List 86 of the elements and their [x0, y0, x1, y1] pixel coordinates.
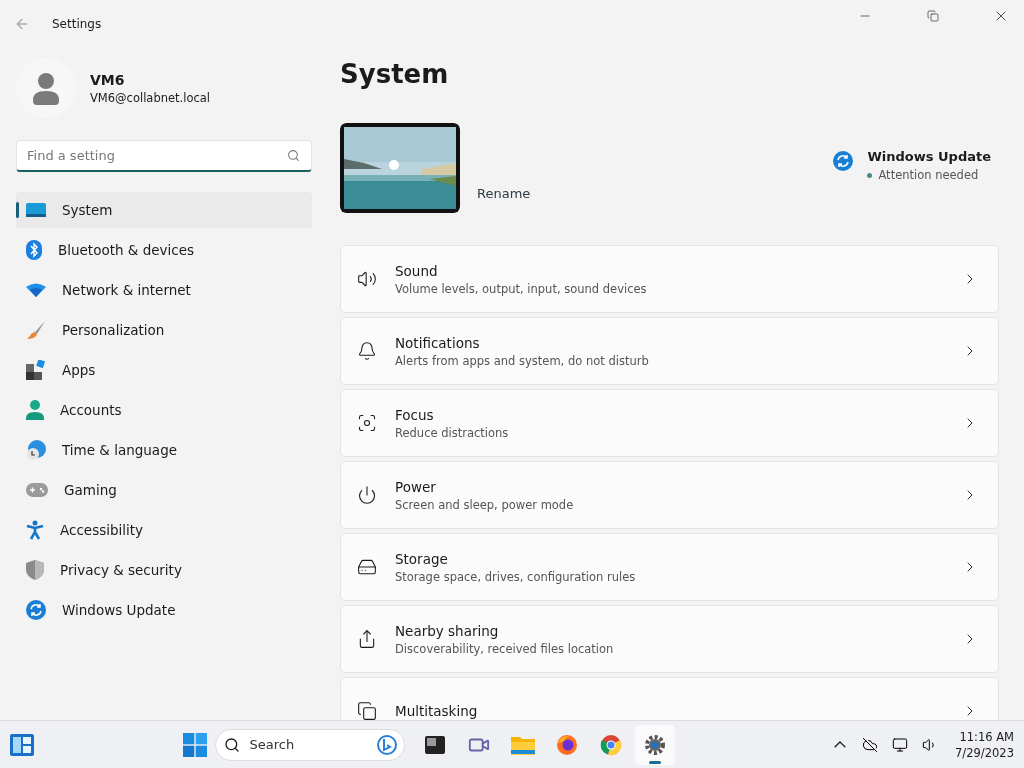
monitor-icon — [26, 202, 46, 218]
clock-date[interactable]: 7/29/2023 — [955, 745, 1014, 760]
sidebar-item[interactable]: Network & internet — [16, 272, 312, 308]
sidebar-label: Windows Update — [62, 602, 176, 618]
browser-fox-icon — [555, 733, 578, 756]
settings-card[interactable]: Storage Storage space, drives, configuration rules — [340, 533, 999, 601]
bluetooth-icon — [26, 240, 42, 260]
sidebar-item[interactable]: Accessibility — [16, 512, 312, 548]
sidebar-item[interactable]: Time & language — [16, 432, 312, 468]
sidebar-label: System — [62, 202, 113, 218]
sidebar-item[interactable]: System — [16, 192, 312, 228]
settings-card[interactable]: Sound Volume levels, output, input, sound devices — [340, 245, 999, 313]
settings-card[interactable]: Focus Reduce distractions — [340, 389, 999, 457]
update-title[interactable]: Windows Update — [867, 149, 991, 164]
sidebar-label: Personalization — [62, 322, 165, 338]
bell-icon — [357, 341, 377, 361]
apps-icon — [26, 360, 46, 380]
restore-icon — [927, 10, 939, 22]
sidebar-label: Gaming — [64, 482, 117, 498]
card-title: Storage — [395, 550, 449, 567]
card-title: Notifications — [395, 334, 481, 351]
cloud-off-icon — [862, 736, 879, 753]
card-subtitle: Alerts from apps and system, do not disturb — [395, 353, 650, 368]
card-subtitle: Discoverability, received files location — [395, 641, 615, 656]
sidebar-item[interactable]: Apps — [16, 352, 312, 388]
browser-chrome-icon — [599, 733, 622, 756]
sidebar-item[interactable]: Bluetooth & devices — [16, 232, 312, 268]
sidebar-item[interactable]: Windows Update — [16, 592, 312, 628]
card-title: Nearby sharing — [395, 622, 500, 639]
sidebar-label: Accessibility — [60, 522, 144, 538]
sync-icon — [833, 151, 854, 171]
settings-card[interactable]: Multitasking — [340, 677, 999, 720]
chevron-up-icon — [834, 741, 847, 748]
card-subtitle: Reduce distractions — [395, 425, 510, 440]
sidebar-label: Privacy & security — [60, 562, 182, 578]
search-icon — [223, 736, 240, 753]
sidebar-item[interactable]: Personalization — [16, 312, 312, 348]
sidebar-label: Accounts — [60, 402, 122, 418]
accessibility-icon — [26, 520, 44, 540]
wifi-icon — [26, 283, 46, 297]
status-dot-icon — [867, 172, 873, 178]
user-name: VM6 — [90, 71, 126, 88]
windows-stack-icon — [357, 701, 377, 720]
terminal-icon — [424, 735, 445, 754]
window-title: Settings — [52, 17, 102, 31]
search-icon — [287, 149, 300, 162]
sidebar-item[interactable]: Accounts — [16, 392, 312, 428]
shield-icon — [26, 560, 44, 580]
clock-time[interactable]: 11:16 AM — [959, 729, 1014, 744]
update-status: Attention needed — [878, 168, 979, 182]
sidebar-label: Network & internet — [62, 282, 191, 298]
power-icon — [357, 485, 377, 505]
sidebar-label: Apps — [62, 362, 96, 378]
gamepad-icon — [26, 483, 48, 497]
taskbar-app[interactable] — [634, 724, 675, 765]
speaker-icon — [357, 269, 377, 289]
sidebar-item[interactable]: Gaming — [16, 472, 312, 508]
sync-icon — [26, 600, 46, 620]
sidebar-label: Time & language — [62, 442, 177, 458]
card-title: Focus — [395, 406, 435, 423]
card-subtitle: Screen and sleep, power mode — [395, 497, 575, 512]
card-subtitle: Storage space, drives, configuration rules — [395, 569, 637, 584]
sidebar-item[interactable]: Privacy & security — [16, 552, 312, 588]
settings-card[interactable]: Nearby sharing Discoverability, received files location — [340, 605, 999, 673]
user-email: VM6@collabnet.local — [90, 90, 211, 105]
focus-icon — [357, 413, 377, 433]
globe-clock-icon — [26, 440, 46, 460]
widgets-icon[interactable] — [10, 733, 34, 756]
rename-link[interactable]: Rename — [477, 186, 531, 201]
card-title: Power — [395, 478, 437, 495]
start-icon[interactable] — [182, 732, 207, 757]
page-title: System — [340, 58, 450, 91]
person-icon — [26, 400, 44, 420]
monitor-icon — [892, 736, 909, 753]
card-title: Multitasking — [395, 703, 479, 719]
settings-card[interactable]: Power Screen and sleep, power mode — [340, 461, 999, 529]
sidebar-label: Bluetooth & devices — [58, 242, 195, 258]
settings-search-field[interactable]: Find a setting — [16, 140, 312, 172]
gear-icon — [643, 733, 666, 756]
taskbar-search-field[interactable]: Search — [214, 728, 405, 761]
drive-icon — [357, 557, 377, 577]
folder-icon — [510, 734, 535, 755]
card-title: Sound — [395, 262, 439, 279]
card-subtitle: Volume levels, output, input, sound devices — [395, 281, 648, 296]
share-icon — [357, 629, 377, 649]
settings-card[interactable]: Notifications Alerts from apps and system, do not disturb — [340, 317, 999, 385]
